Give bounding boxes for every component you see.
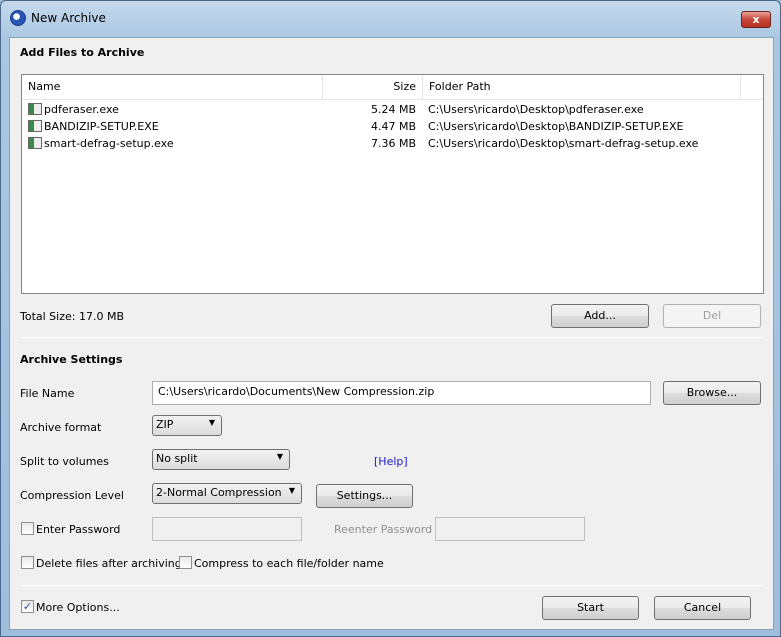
enter-password-checkbox[interactable] [21, 522, 34, 535]
file-name-label: File Name [20, 387, 75, 400]
delete-after-checkbox[interactable] [21, 556, 34, 569]
dropdown-arrow-icon: ▼ [276, 452, 283, 461]
browse-button[interactable]: Browse... [663, 381, 761, 405]
window-title: New Archive [31, 11, 106, 25]
compression-level-value: 2-Normal Compression [156, 486, 282, 499]
section-title-files: Add Files to Archive [20, 46, 145, 59]
reenter-password-input[interactable] [435, 517, 585, 541]
dropdown-arrow-icon: ▼ [288, 486, 295, 495]
file-name: smart-defrag-setup.exe [44, 137, 174, 150]
split-label: Split to volumes [20, 455, 109, 468]
compress-each-label: Compress to each file/folder name [194, 557, 384, 570]
new-archive-window: New Archive x Add Files to Archive Name … [0, 0, 781, 637]
file-list[interactable]: Name Size Folder Path pdferaser.exe 5.24… [21, 74, 764, 294]
help-link[interactable]: [Help] [374, 455, 408, 468]
dialog-body: Add Files to Archive Name Size Folder Pa… [9, 37, 774, 630]
del-button[interactable]: Del [663, 304, 761, 328]
start-button[interactable]: Start [542, 596, 639, 620]
password-input[interactable] [152, 517, 302, 541]
cancel-button[interactable]: Cancel [654, 596, 751, 620]
split-value: No split [156, 452, 198, 465]
column-header-size[interactable]: Size [323, 75, 423, 99]
archive-format-select[interactable]: ZIP ▼ [152, 415, 222, 436]
file-row[interactable]: pdferaser.exe 5.24 MB C:\Users\ricardo\D… [22, 101, 763, 118]
app-icon [10, 10, 26, 26]
column-header-path[interactable]: Folder Path [423, 75, 741, 99]
file-path: C:\Users\ricardo\Desktop\pdferaser.exe [428, 103, 644, 116]
dropdown-arrow-icon: ▼ [208, 418, 215, 427]
compression-settings-button[interactable]: Settings... [316, 484, 413, 508]
file-size: 5.24 MB [370, 103, 416, 116]
exe-file-icon [28, 103, 42, 115]
delete-after-label: Delete files after archiving [36, 557, 182, 570]
column-header-name[interactable]: Name [22, 75, 323, 99]
compression-level-label: Compression Level [20, 489, 124, 502]
file-size: 4.47 MB [370, 120, 416, 133]
compression-level-select[interactable]: 2-Normal Compression ▼ [152, 483, 302, 504]
total-size: Total Size: 17.0 MB [20, 310, 124, 323]
file-name: pdferaser.exe [44, 103, 119, 116]
divider [21, 337, 764, 338]
close-button[interactable]: x [741, 11, 771, 28]
archive-format-value: ZIP [156, 418, 174, 431]
file-path: C:\Users\ricardo\Desktop\BANDIZIP-SETUP.… [428, 120, 684, 133]
more-options-checkbox[interactable]: ✓ [21, 600, 34, 613]
exe-file-icon [28, 120, 42, 132]
compress-each-checkbox[interactable] [179, 556, 192, 569]
exe-file-icon [28, 137, 42, 149]
file-row[interactable]: smart-defrag-setup.exe 7.36 MB C:\Users\… [22, 135, 763, 152]
more-options-label: More Options... [36, 601, 120, 614]
file-path: C:\Users\ricardo\Desktop\smart-defrag-se… [428, 137, 699, 150]
divider [21, 585, 764, 586]
file-name: BANDIZIP-SETUP.EXE [44, 120, 159, 133]
split-select[interactable]: No split ▼ [152, 449, 290, 470]
enter-password-label: Enter Password [36, 523, 121, 536]
add-button[interactable]: Add... [551, 304, 649, 328]
file-name-input[interactable]: C:\Users\ricardo\Documents\New Compressi… [152, 381, 651, 405]
reenter-password-label: Reenter Password [334, 523, 433, 536]
file-size: 7.36 MB [370, 137, 416, 150]
archive-format-label: Archive format [20, 421, 102, 434]
section-title-settings: Archive Settings [20, 353, 123, 366]
file-row[interactable]: BANDIZIP-SETUP.EXE 4.47 MB C:\Users\rica… [22, 118, 763, 135]
